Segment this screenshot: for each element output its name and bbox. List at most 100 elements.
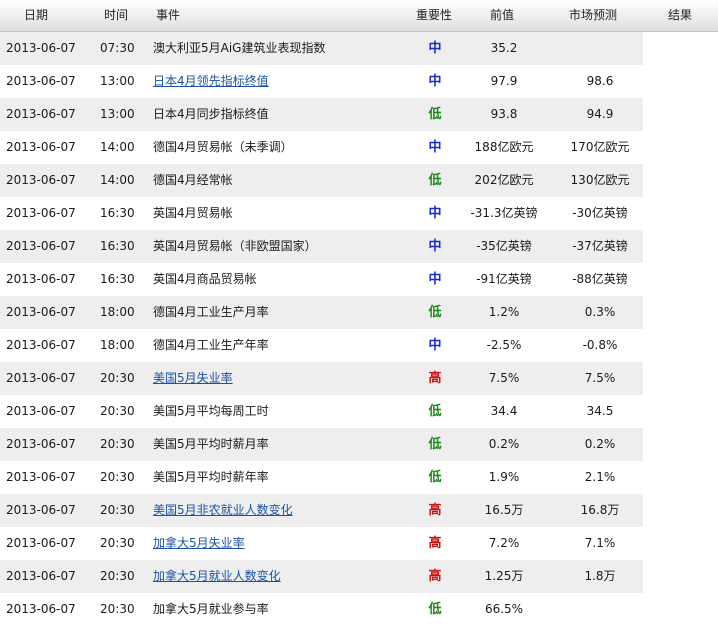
row-event: 日本4月同步指标终值 (153, 107, 269, 121)
table-row: 2013-06-07 07:30 澳大利亚5月AiG建筑业表现指数 中 35.2 (0, 32, 643, 65)
header-event: 事件 (156, 8, 181, 22)
row-forecast (552, 593, 648, 626)
table-row: 2013-06-07 20:30 美国5月平均每周工时 低 34.4 34.5 (0, 395, 643, 428)
row-importance-badge: 中 (428, 239, 442, 254)
table-row: 2013-06-07 20:30 加拿大5月就业参与率 低 66.5% (0, 593, 643, 626)
row-importance-badge: 中 (428, 74, 442, 89)
row-forecast: -0.8% (582, 338, 618, 352)
row-importance-badge: 低 (428, 470, 442, 485)
row-result (648, 197, 718, 230)
row-result (648, 362, 718, 395)
row-time: 20:30 (100, 371, 135, 385)
row-forecast: 0.3% (584, 305, 616, 319)
row-time: 20:30 (100, 437, 135, 451)
row-forecast: 34.5 (586, 404, 614, 418)
row-result (648, 230, 718, 263)
row-date: 2013-06-07 (6, 569, 76, 583)
row-time: 07:30 (100, 41, 135, 55)
row-time: 18:00 (100, 338, 135, 352)
row-result (648, 296, 718, 329)
row-result (648, 395, 718, 428)
row-time: 18:00 (100, 305, 135, 319)
row-importance-badge: 低 (428, 173, 442, 188)
row-previous: 202亿欧元 (474, 173, 534, 187)
row-event-link[interactable]: 加拿大5月就业人数变化 (153, 560, 393, 593)
row-previous: -31.3亿英镑 (470, 206, 538, 220)
row-event: 英国4月商品贸易帐 (153, 272, 257, 286)
row-previous: -35亿英镑 (476, 239, 532, 253)
row-previous: -91亿英镑 (476, 272, 532, 286)
row-importance-badge: 低 (428, 107, 442, 122)
row-time: 13:00 (100, 107, 135, 121)
table-row: 2013-06-07 14:00 德国4月经常帐 低 202亿欧元 130亿欧元 (0, 164, 643, 197)
row-event: 德国4月经常帐 (153, 173, 233, 187)
row-event-link[interactable]: 美国5月非农就业人数变化 (153, 494, 393, 527)
header-time: 时间 (104, 8, 129, 22)
row-event-link[interactable]: 加拿大5月失业率 (153, 527, 393, 560)
row-event: 美国5月平均时薪月率 (153, 437, 269, 451)
row-event: 英国4月贸易帐 (153, 206, 233, 220)
table-row: 2013-06-07 16:30 英国4月贸易帐 中 -31.3亿英镑 -30亿英镑 (0, 197, 643, 230)
row-time: 16:30 (100, 206, 135, 220)
row-previous: 93.8 (490, 107, 518, 121)
row-importance-badge: 中 (428, 206, 442, 221)
row-time: 20:30 (100, 536, 135, 550)
row-event-link[interactable]: 日本4月领先指标终值 (153, 65, 393, 98)
row-result (648, 32, 718, 65)
row-date: 2013-06-07 (6, 272, 76, 286)
row-previous: 16.5万 (484, 503, 524, 517)
row-time: 20:30 (100, 470, 135, 484)
economic-calendar-table: 日期 时间 事件 重要性 前值 市场预测 结果 2013-06-07 07:30 澳… (0, 0, 718, 628)
row-forecast: 7.5% (584, 371, 616, 385)
header-previous: 前值 (490, 8, 515, 22)
row-date: 2013-06-07 (6, 107, 76, 121)
row-previous: 1.9% (488, 470, 520, 484)
row-event: 德国4月贸易帐（未季调） (153, 140, 293, 154)
row-time: 16:30 (100, 272, 135, 286)
header-importance: 重要性 (416, 8, 453, 22)
row-date: 2013-06-07 (6, 338, 76, 352)
row-forecast: 0.2% (584, 437, 616, 451)
table-row: 2013-06-07 20:30 美国5月平均时薪月率 低 0.2% 0.2% (0, 428, 643, 461)
table-row: 2013-06-07 16:30 英国4月贸易帐（非欧盟国家） 中 -35亿英镑 -37亿… (0, 230, 643, 263)
row-event: 英国4月贸易帐（非欧盟国家） (153, 239, 317, 253)
row-result (648, 527, 718, 560)
row-forecast: 2.1% (584, 470, 616, 484)
header-date: 日期 (24, 8, 49, 22)
table-row: 2013-06-07 13:00 日本4月同步指标终值 低 93.8 94.9 (0, 98, 643, 131)
row-date: 2013-06-07 (6, 503, 76, 517)
row-date: 2013-06-07 (6, 470, 76, 484)
row-result (648, 461, 718, 494)
table-header: 日期 时间 事件 重要性 前值 市场预测 结果 (0, 0, 718, 32)
row-forecast: -30亿英镑 (572, 206, 628, 220)
row-event: 德国4月工业生产月率 (153, 305, 269, 319)
table-row: 2013-06-07 16:30 英国4月商品贸易帐 中 -91亿英镑 -88亿英镑 (0, 263, 643, 296)
row-importance-badge: 高 (428, 536, 442, 551)
row-previous: 34.4 (490, 404, 518, 418)
table-row: 2013-06-07 20:30 加拿大5月失业率 高 7.2% 7.1% (0, 527, 643, 560)
row-importance-badge: 低 (428, 305, 442, 320)
table-row: 2013-06-07 18:00 德国4月工业生产月率 低 1.2% 0.3% (0, 296, 643, 329)
row-importance-badge: 中 (428, 41, 442, 56)
row-date: 2013-06-07 (6, 602, 76, 616)
table-row: 2013-06-07 20:30 美国5月平均时薪年率 低 1.9% 2.1% (0, 461, 643, 494)
row-result (648, 593, 718, 626)
row-event-link[interactable]: 美国5月失业率 (153, 362, 393, 395)
row-date: 2013-06-07 (6, 305, 76, 319)
row-forecast: 94.9 (586, 107, 614, 121)
row-date: 2013-06-07 (6, 371, 76, 385)
row-date: 2013-06-07 (6, 41, 76, 55)
row-previous: 188亿欧元 (474, 140, 534, 154)
row-date: 2013-06-07 (6, 404, 76, 418)
row-importance-badge: 高 (428, 503, 442, 518)
row-previous: -2.5% (486, 338, 522, 352)
row-date: 2013-06-07 (6, 239, 76, 253)
row-previous: 1.25万 (484, 569, 524, 583)
row-previous: 7.5% (488, 371, 520, 385)
table-row: 2013-06-07 18:00 德国4月工业生产年率 中 -2.5% -0.8% (0, 329, 643, 362)
header-forecast: 市场预测 (569, 8, 618, 22)
row-date: 2013-06-07 (6, 536, 76, 550)
row-event: 美国5月平均时薪年率 (153, 470, 269, 484)
row-result (648, 65, 718, 98)
row-time: 16:30 (100, 239, 135, 253)
